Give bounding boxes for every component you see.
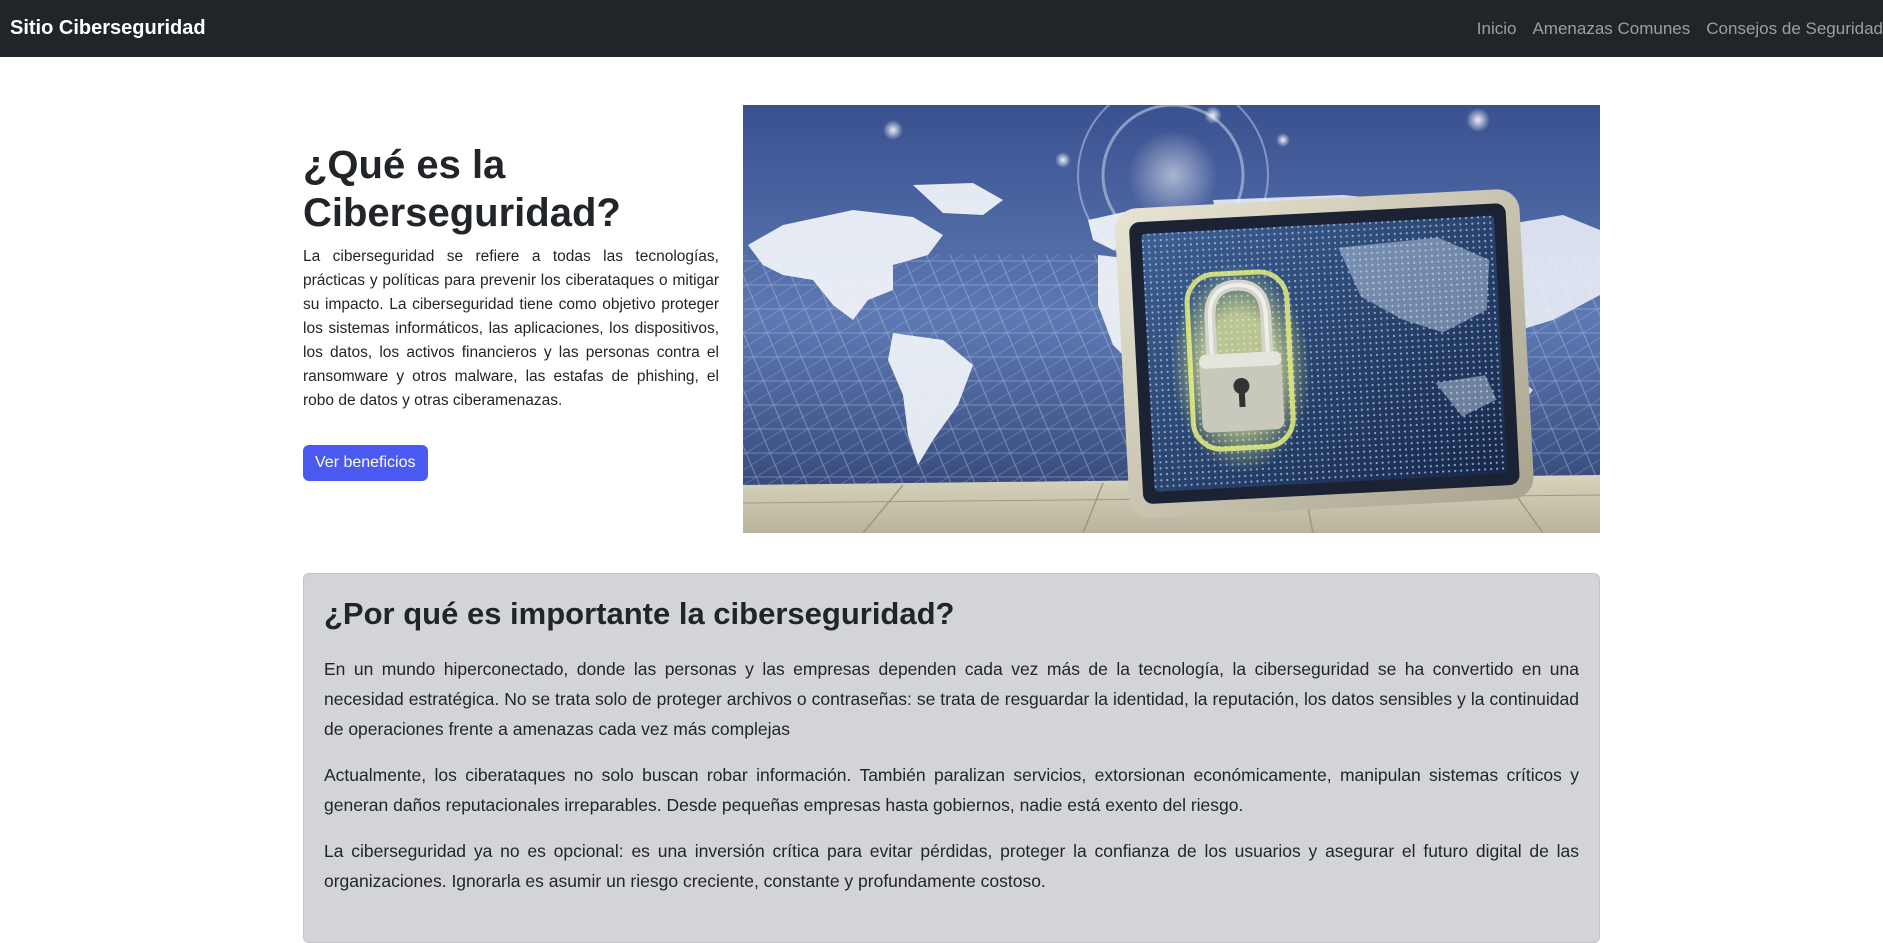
- nav-link-consejos-de-seguridad[interactable]: Consejos de Seguridad: [1706, 19, 1883, 39]
- hero-title: ¿Qué es la Ciberseguridad?: [303, 143, 621, 235]
- hero-paragraph: La ciberseguridad se refiere a todas las…: [303, 248, 719, 409]
- nav-link-amenazas-comunes[interactable]: Amenazas Comunes: [1532, 19, 1690, 39]
- hero-text: ¿Qué es la Ciberseguridad? La cibersegur…: [303, 141, 719, 481]
- hero-section: ¿Qué es la Ciberseguridad? La cibersegur…: [303, 105, 1600, 533]
- importance-paragraph-3: La ciberseguridad ya no es opcional: es …: [324, 841, 1579, 891]
- nav-link-inicio[interactable]: Inicio: [1477, 19, 1517, 39]
- nav-links: Inicio Amenazas Comunes Consejos de Segu…: [1461, 0, 1883, 57]
- tablet-padlock-world-map-illustration: [743, 105, 1600, 533]
- top-navbar: Sitio Ciberseguridad Inicio Amenazas Com…: [0, 0, 1883, 57]
- ver-beneficios-button[interactable]: Ver beneficios: [303, 445, 428, 481]
- importance-title: ¿Por qué es importante la ciberseguridad…: [324, 596, 955, 631]
- cybersecurity-image: [743, 105, 1600, 533]
- importance-card: ¿Por qué es importante la ciberseguridad…: [303, 573, 1600, 943]
- importance-paragraph-1: En un mundo hiperconectado, donde las pe…: [324, 659, 1579, 739]
- brand-link[interactable]: Sitio Ciberseguridad: [10, 17, 206, 40]
- importance-paragraph-2: Actualmente, los ciberataques no solo bu…: [324, 765, 1579, 815]
